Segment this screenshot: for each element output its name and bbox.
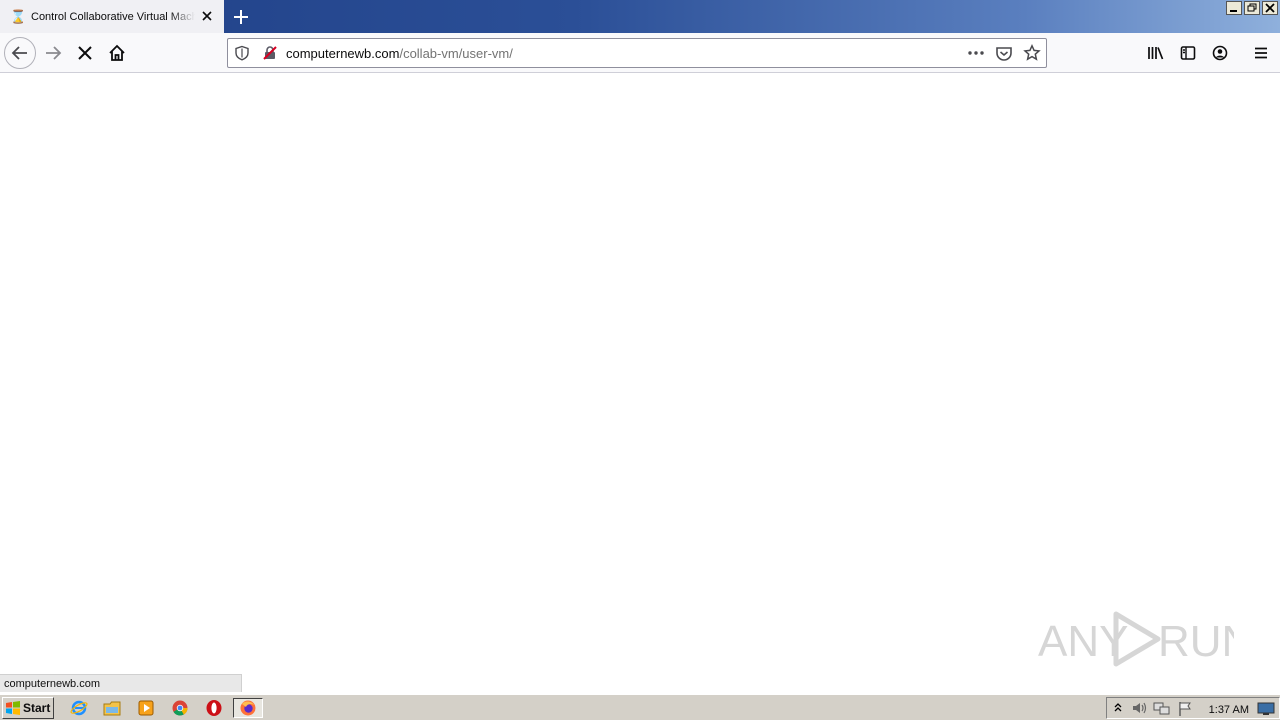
url-bar[interactable]: computernewb.com/collab-vm/user-vm/ <box>227 38 1047 68</box>
menu-icon[interactable] <box>1253 45 1269 61</box>
insecure-lock-icon[interactable] <box>262 45 278 61</box>
browser-window: ⌛ Control Collaborative Virtual Machi co… <box>0 0 1280 720</box>
ellipsis-icon[interactable] <box>966 46 986 60</box>
speaker-icon[interactable] <box>1131 701 1149 715</box>
tab-title: Control Collaborative Virtual Machi <box>31 10 195 23</box>
opera-icon[interactable] <box>203 698 225 718</box>
library-icon[interactable] <box>1147 45 1165 61</box>
minimize-button[interactable] <box>1226 1 1242 15</box>
x-icon <box>78 46 92 60</box>
anyrun-watermark: ANY RUN <box>1038 611 1234 667</box>
arrow-right-icon <box>46 46 62 60</box>
start-label: Start <box>23 701 51 715</box>
stop-button[interactable] <box>69 37 101 69</box>
media-player-icon[interactable] <box>135 698 157 718</box>
restore-button[interactable] <box>1244 1 1260 15</box>
windows-logo-icon <box>6 701 20 715</box>
page-content[interactable] <box>0 74 1280 692</box>
star-icon[interactable] <box>1023 44 1041 62</box>
url-host: computernewb.com <box>286 46 400 61</box>
account-icon[interactable] <box>1212 45 1228 61</box>
flag-icon[interactable] <box>1177 701 1193 717</box>
status-bar: computernewb.com <box>0 674 242 692</box>
pocket-icon[interactable] <box>995 45 1013 61</box>
arrow-left-icon <box>11 46 27 60</box>
firefox-icon[interactable] <box>233 698 263 718</box>
desktop-icon[interactable] <box>1257 702 1275 716</box>
forward-button[interactable] <box>37 37 69 69</box>
explorer-icon[interactable] <box>101 698 123 718</box>
sidebar-icon[interactable] <box>1180 45 1196 61</box>
back-button[interactable] <box>4 37 36 69</box>
chevron-up-icon[interactable] <box>1113 702 1123 714</box>
taskbar: Start 1:37 AM <box>0 694 1280 720</box>
tab-active[interactable]: ⌛ Control Collaborative Virtual Machi <box>0 0 224 33</box>
url-text[interactable]: computernewb.com/collab-vm/user-vm/ <box>286 46 513 61</box>
plus-icon[interactable] <box>230 6 252 28</box>
window-controls <box>1226 1 1278 15</box>
ie-icon[interactable] <box>68 698 90 718</box>
start-button[interactable]: Start <box>2 697 54 719</box>
tab-close-icon[interactable] <box>200 9 214 23</box>
shield-icon[interactable] <box>234 45 250 61</box>
network-icon[interactable] <box>1153 701 1171 717</box>
close-window-button[interactable] <box>1262 1 1278 15</box>
home-icon <box>109 44 125 61</box>
chrome-icon[interactable] <box>169 698 191 718</box>
url-path: /collab-vm/user-vm/ <box>399 46 513 61</box>
home-button[interactable] <box>101 37 133 69</box>
watermark-text-right: RUN <box>1158 617 1234 666</box>
tab-strip: ⌛ Control Collaborative Virtual Machi <box>0 0 1280 33</box>
nav-toolbar: computernewb.com/collab-vm/user-vm/ <box>0 33 1280 73</box>
clock: 1:37 AM <box>1208 704 1249 716</box>
system-tray: 1:37 AM <box>1106 697 1280 719</box>
hourglass-icon: ⌛ <box>10 8 27 24</box>
